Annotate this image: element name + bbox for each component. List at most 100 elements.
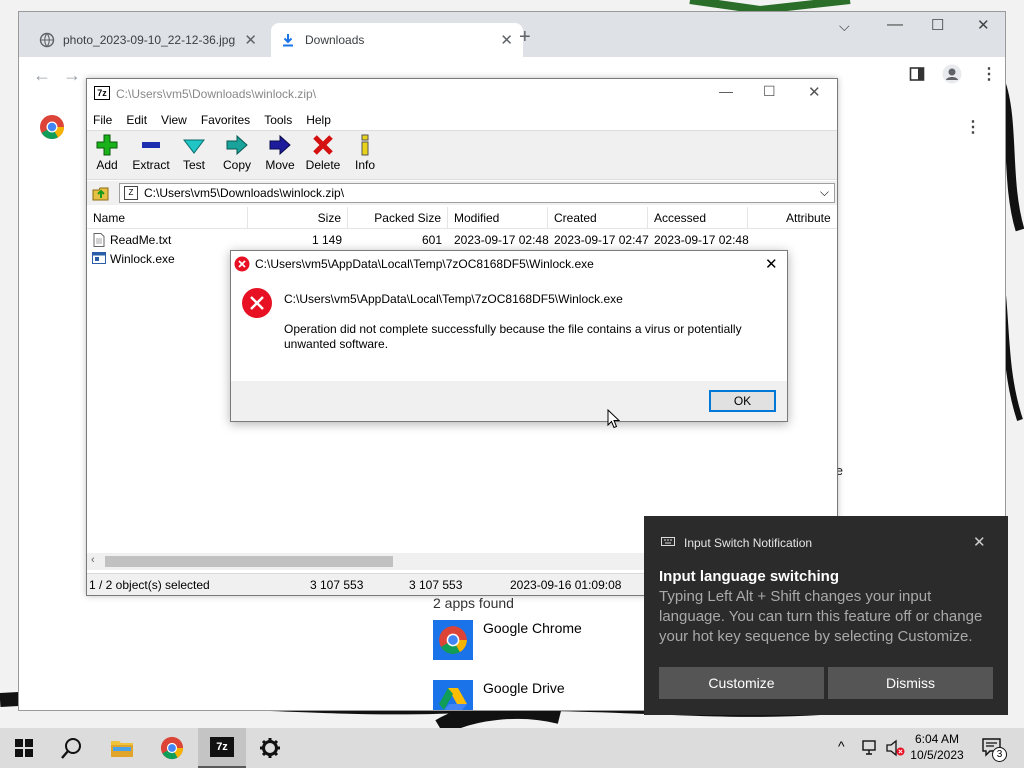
menu-tools[interactable]: Tools — [264, 113, 292, 127]
notification-app-name: Input Switch Notification — [684, 536, 813, 550]
close-window-icon[interactable]: ✕ — [977, 16, 990, 34]
ok-button[interactable]: OK — [709, 390, 776, 412]
delete-button[interactable]: Delete — [301, 134, 345, 178]
file-created: 2023-09-17 02:47 — [554, 233, 649, 247]
search-button[interactable] — [48, 728, 96, 768]
dialog-footer: OK — [231, 381, 787, 421]
profile-avatar-icon[interactable] — [942, 64, 962, 84]
minimize-icon[interactable]: — — [887, 16, 903, 34]
minus-icon — [142, 142, 160, 148]
dismiss-button[interactable]: Dismiss — [828, 667, 993, 699]
app-result[interactable]: Google Chrome — [433, 620, 582, 660]
sevenzip-menubar: File Edit View Favorites Tools Help — [87, 109, 837, 130]
column-accessed[interactable]: Accessed — [648, 207, 748, 229]
menu-file[interactable]: File — [93, 113, 112, 127]
sevenzip-taskbar-button[interactable]: 7z — [198, 728, 246, 768]
column-modified[interactable]: Modified — [448, 207, 548, 229]
chrome-logo-icon — [39, 114, 65, 140]
info-icon — [361, 134, 369, 156]
maximize-icon[interactable]: ☐ — [931, 16, 944, 34]
globe-icon — [39, 32, 55, 48]
address-bar: Z C:\Users\vm5\Downloads\winlock.zip\ ⌵ — [87, 181, 837, 205]
sidebar-icon[interactable] — [909, 66, 925, 82]
clock-date: 10/5/2023 — [910, 748, 964, 762]
add-button[interactable]: Add — [85, 134, 129, 178]
notification-heading: Input language switching — [659, 568, 839, 585]
maximize-icon[interactable]: ☐ — [763, 83, 776, 100]
menu-help[interactable]: Help — [306, 113, 331, 127]
check-icon — [183, 139, 205, 154]
column-name[interactable]: Name — [87, 207, 248, 229]
folder-icon — [111, 741, 133, 757]
close-window-icon[interactable]: ✕ — [808, 83, 821, 101]
volume-muted-icon[interactable] — [886, 739, 906, 757]
file-list-header: Name Size Packed Size Modified Created A… — [87, 207, 837, 229]
copy-button[interactable]: Copy — [215, 134, 259, 178]
tab-search-chevron-icon[interactable]: ⌵ — [839, 18, 850, 35]
close-tab-icon[interactable]: ✕ — [500, 31, 513, 49]
forward-icon[interactable]: → — [63, 65, 81, 86]
exe-file-icon — [92, 252, 106, 264]
settings-taskbar-button[interactable] — [246, 728, 294, 768]
new-tab-icon[interactable]: + — [519, 26, 531, 49]
results-count: 2 apps found — [433, 595, 514, 611]
folder-up-icon[interactable] — [92, 184, 110, 202]
downloads-menu-icon[interactable]: ⋮ — [965, 117, 981, 137]
start-button[interactable] — [0, 728, 48, 768]
chrome-tabstrip: photo_2023-09-10_22-12-36.jpg ✕ Download… — [19, 12, 1005, 57]
address-input[interactable]: Z C:\Users\vm5\Downloads\winlock.zip\ ⌵ — [119, 183, 835, 203]
move-arrow-icon — [269, 134, 291, 156]
chrome-taskbar-button[interactable] — [148, 728, 196, 768]
back-icon[interactable]: ← — [33, 65, 51, 86]
close-tab-icon[interactable]: ✕ — [244, 31, 257, 49]
error-small-icon — [234, 256, 250, 272]
test-button[interactable]: Test — [172, 134, 216, 178]
windows-icon — [15, 739, 33, 757]
delete-x-icon — [313, 135, 333, 155]
scroll-thumb[interactable] — [105, 556, 393, 567]
status-modified: 2023-09-16 01:09:08 — [510, 578, 622, 592]
extract-button[interactable]: Extract — [129, 134, 173, 178]
taskbar: 7z ^ 6:04 AM 10/5/2023 3 — [0, 728, 1024, 768]
search-icon — [61, 738, 81, 759]
file-name: Winlock.exe — [110, 252, 175, 266]
notification-count-badge: 3 — [992, 747, 1007, 762]
file-explorer-button[interactable] — [98, 728, 146, 768]
copy-arrow-icon — [226, 134, 248, 156]
chrome-menu-icon[interactable]: ⋮ — [981, 64, 997, 84]
dialog-titlebar: C:\Users\vm5\AppData\Local\Temp\7zOC8168… — [231, 251, 787, 277]
info-button[interactable]: Info — [343, 134, 387, 178]
scroll-left-icon[interactable]: ‹ — [91, 554, 95, 566]
tab-downloads[interactable]: Downloads ✕ — [271, 23, 523, 57]
text-file-icon — [93, 233, 105, 247]
menu-edit[interactable]: Edit — [126, 113, 147, 127]
column-size[interactable]: Size — [248, 207, 348, 229]
move-button[interactable]: Move — [258, 134, 302, 178]
status-packed-size: 3 107 553 — [409, 578, 463, 592]
tab-photo[interactable]: photo_2023-09-10_22-12-36.jpg ✕ — [29, 23, 267, 57]
close-notification-icon[interactable]: ✕ — [973, 533, 986, 551]
close-dialog-icon[interactable]: ✕ — [765, 255, 778, 273]
archive-icon: Z — [124, 186, 138, 200]
network-icon[interactable] — [862, 740, 880, 756]
app-result[interactable]: Google Drive — [433, 680, 565, 710]
menu-favorites[interactable]: Favorites — [201, 113, 250, 127]
table-row[interactable]: ReadMe.txt 1 149 601 2023-09-17 02:48 20… — [87, 231, 837, 250]
column-created[interactable]: Created — [548, 207, 648, 229]
chevron-down-icon[interactable]: ⌵ — [820, 185, 829, 200]
column-packed-size[interactable]: Packed Size — [348, 207, 448, 229]
chevron-up-icon[interactable]: ^ — [838, 738, 845, 754]
app-name: Google Drive — [483, 680, 565, 696]
dialog-message: Operation did not complete successfully … — [284, 322, 742, 351]
menu-view[interactable]: View — [161, 113, 187, 127]
column-attributes[interactable]: Attribute — [784, 207, 837, 229]
dialog-title: C:\Users\vm5\AppData\Local\Temp\7zOC8168… — [255, 257, 594, 271]
window-title: C:\Users\vm5\Downloads\winlock.zip\ — [116, 87, 317, 101]
taskbar-clock[interactable]: 6:04 AM 10/5/2023 — [905, 731, 969, 763]
file-name: ReadMe.txt — [110, 233, 172, 247]
file-modified: 2023-09-17 02:48 — [454, 233, 549, 247]
google-drive-icon — [433, 680, 473, 710]
sevenzip-logo-icon: 7z — [94, 86, 110, 100]
customize-button[interactable]: Customize — [659, 667, 824, 699]
minimize-icon[interactable]: — — [719, 83, 733, 99]
